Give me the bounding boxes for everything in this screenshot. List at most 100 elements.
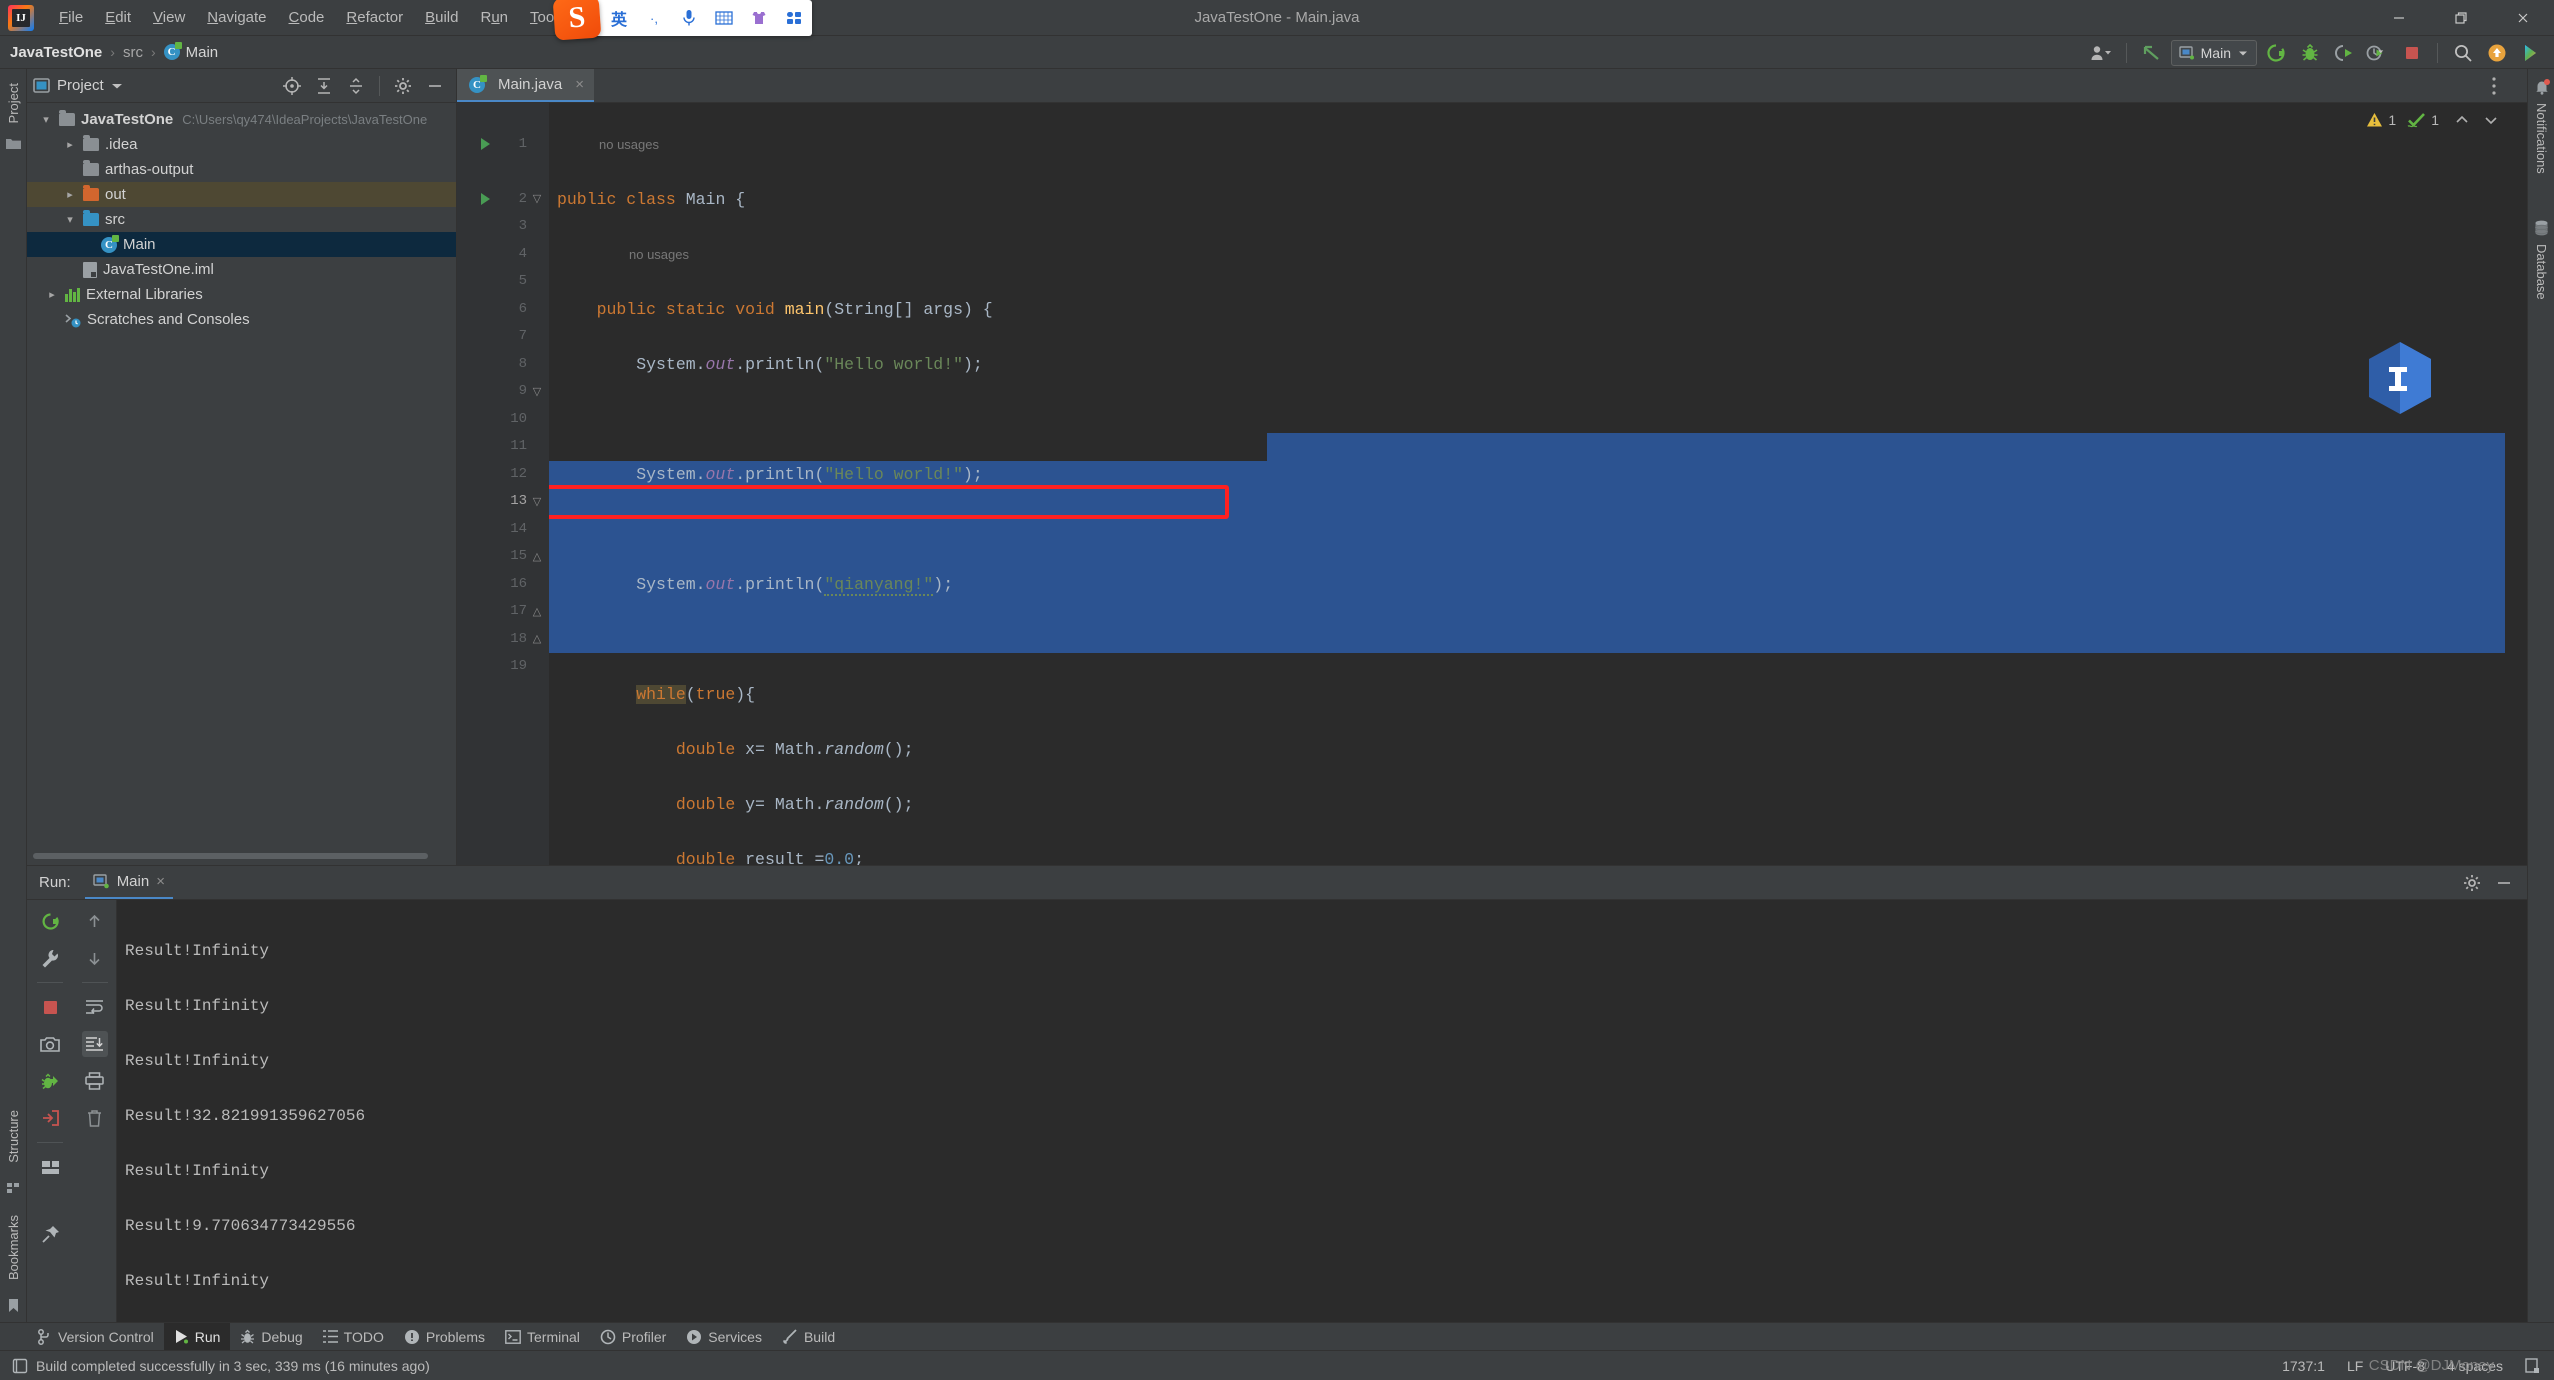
prev-problem-icon[interactable]: [2454, 114, 2470, 126]
collapse-all-icon[interactable]: [341, 72, 371, 100]
notifications-bell-icon[interactable]: [2532, 77, 2552, 97]
tool-window-run[interactable]: Run: [163, 1322, 231, 1351]
stop-icon[interactable]: [2397, 39, 2427, 67]
ime-skin-icon[interactable]: [748, 7, 770, 29]
search-icon[interactable]: [2448, 39, 2478, 67]
close-button[interactable]: [2492, 0, 2554, 36]
gear-icon[interactable]: [2457, 869, 2487, 897]
tree-item-iml[interactable]: JavaTestOne.iml: [27, 257, 456, 282]
editor-tab-main-java[interactable]: C Main.java ×: [457, 69, 594, 102]
chevron-down-icon[interactable]: ▾: [37, 113, 55, 126]
down-arrow-icon[interactable]: [82, 945, 108, 971]
account-icon[interactable]: [2086, 39, 2116, 67]
chevron-right-icon[interactable]: ▸: [43, 288, 61, 301]
minimize-button[interactable]: [2368, 0, 2430, 36]
menu-item-build[interactable]: Build: [414, 0, 469, 36]
rail-item-project[interactable]: Project: [6, 77, 21, 129]
menu-item-code[interactable]: Code: [278, 0, 336, 36]
up-arrow-icon[interactable]: [82, 908, 108, 934]
back-arrow-icon[interactable]: [2137, 39, 2167, 67]
sogou-ime-toolbar[interactable]: S 英 ·,: [552, 0, 812, 41]
tool-window-version-control[interactable]: Version Control: [27, 1323, 164, 1351]
editor-options-icon[interactable]: [2491, 69, 2497, 103]
caret-position[interactable]: 1737:1: [2282, 1358, 2325, 1374]
bookmark-icon[interactable]: [4, 1296, 24, 1316]
tool-window-build[interactable]: Build: [772, 1323, 845, 1351]
gear-icon[interactable]: [388, 72, 418, 100]
locate-icon[interactable]: [277, 72, 307, 100]
tool-window-terminal[interactable]: Terminal: [495, 1323, 590, 1351]
rerun-icon[interactable]: [37, 908, 63, 934]
menu-item-edit[interactable]: Edit: [94, 0, 142, 36]
fold-icon[interactable]: ▽: [531, 186, 543, 214]
pin-icon[interactable]: [37, 1221, 63, 1247]
print-icon[interactable]: [82, 1068, 108, 1094]
inspections-widget[interactable]: 1 1: [2366, 103, 2527, 137]
database-icon[interactable]: [2532, 218, 2552, 238]
menu-item-view[interactable]: View: [142, 0, 196, 36]
console-output[interactable]: Result!Infinity Result!Infinity Result!I…: [117, 900, 2527, 1322]
tree-item-idea[interactable]: ▸ .idea: [27, 132, 456, 157]
run-gutter-icon[interactable]: [481, 193, 490, 206]
ime-mic-icon[interactable]: [678, 7, 700, 29]
tree-item-arthas-output[interactable]: arthas-output: [27, 157, 456, 182]
breadcrumb-file[interactable]: Main: [186, 44, 219, 61]
menu-item-file[interactable]: File: [48, 0, 94, 36]
restore-button[interactable]: [2430, 0, 2492, 36]
sogou-logo-icon[interactable]: S: [552, 0, 602, 41]
fold-icon[interactable]: △: [531, 543, 543, 571]
breadcrumb-folder[interactable]: src: [123, 44, 143, 61]
tree-item-external-libraries[interactable]: ▸ External Libraries: [27, 282, 456, 307]
tool-window-profiler[interactable]: Profiler: [590, 1323, 676, 1351]
tool-window-debug[interactable]: Debug: [230, 1323, 312, 1351]
ime-punctuation-icon[interactable]: ·,: [643, 7, 665, 29]
menu-item-navigate[interactable]: Navigate: [196, 0, 277, 36]
profiler-icon[interactable]: [2363, 39, 2393, 67]
run-with-coverage-icon[interactable]: [2329, 39, 2359, 67]
indent-setting[interactable]: 4 spaces: [2447, 1358, 2503, 1374]
fold-icon[interactable]: △: [531, 598, 543, 626]
run-configuration-selector[interactable]: Main: [2170, 39, 2257, 66]
ime-apps-icon[interactable]: [783, 7, 805, 29]
debug-icon[interactable]: [2295, 39, 2325, 67]
file-encoding[interactable]: UTF-8: [2385, 1358, 2425, 1374]
run-icon[interactable]: [2261, 39, 2291, 67]
code-editor-surface[interactable]: no usages public class Main { no usages …: [549, 103, 2527, 865]
soft-wrap-icon[interactable]: [82, 994, 108, 1020]
ime-language-mode[interactable]: 英: [608, 7, 630, 29]
fold-icon[interactable]: ▽: [531, 378, 543, 406]
project-panel-scrollbar[interactable]: [33, 853, 428, 859]
close-icon[interactable]: ×: [575, 76, 584, 93]
fold-icon[interactable]: △: [531, 626, 543, 654]
readonly-icon[interactable]: [2525, 1357, 2540, 1374]
run-gutter-icon[interactable]: [481, 138, 490, 151]
menu-item-refactor[interactable]: Refactor: [335, 0, 414, 36]
line-separator[interactable]: LF: [2347, 1358, 2363, 1374]
more-icon[interactable]: [2516, 39, 2546, 67]
wrench-icon[interactable]: [37, 945, 63, 971]
error-stripe-gutter[interactable]: [2505, 137, 2527, 865]
tool-window-problems[interactable]: Problems: [394, 1323, 495, 1351]
hide-panel-icon[interactable]: [420, 72, 450, 100]
breadcrumb-project[interactable]: JavaTestOne: [10, 44, 102, 61]
run-tab-main[interactable]: Main ×: [84, 866, 173, 899]
scroll-to-end-icon[interactable]: [81, 1031, 108, 1057]
tool-window-todo[interactable]: TODO: [313, 1323, 394, 1351]
ime-keyboard-icon[interactable]: [713, 7, 735, 29]
menu-item-run[interactable]: Run: [469, 0, 519, 36]
close-icon[interactable]: ×: [156, 873, 165, 890]
exit-icon[interactable]: [37, 1105, 63, 1131]
chevron-right-icon[interactable]: ▸: [61, 138, 79, 151]
tree-item-scratches-and-consoles[interactable]: Scratches and Consoles: [27, 307, 456, 332]
fold-icon[interactable]: ▽: [531, 488, 543, 516]
tree-item-javatestone[interactable]: ▾ JavaTestOne C:\Users\qy474\IdeaProject…: [27, 107, 456, 132]
rail-item-notifications[interactable]: Notifications: [2534, 97, 2549, 180]
tree-item-src[interactable]: ▾ src: [27, 207, 456, 232]
stop-icon[interactable]: [37, 994, 63, 1020]
tree-item-out[interactable]: ▸ out: [27, 182, 456, 207]
tree-item-main[interactable]: C Main: [27, 232, 456, 257]
trash-icon[interactable]: [82, 1105, 108, 1131]
update-icon[interactable]: [2482, 39, 2512, 67]
rail-item-database[interactable]: Database: [2534, 238, 2549, 306]
chevron-down-icon[interactable]: ▾: [61, 213, 79, 226]
